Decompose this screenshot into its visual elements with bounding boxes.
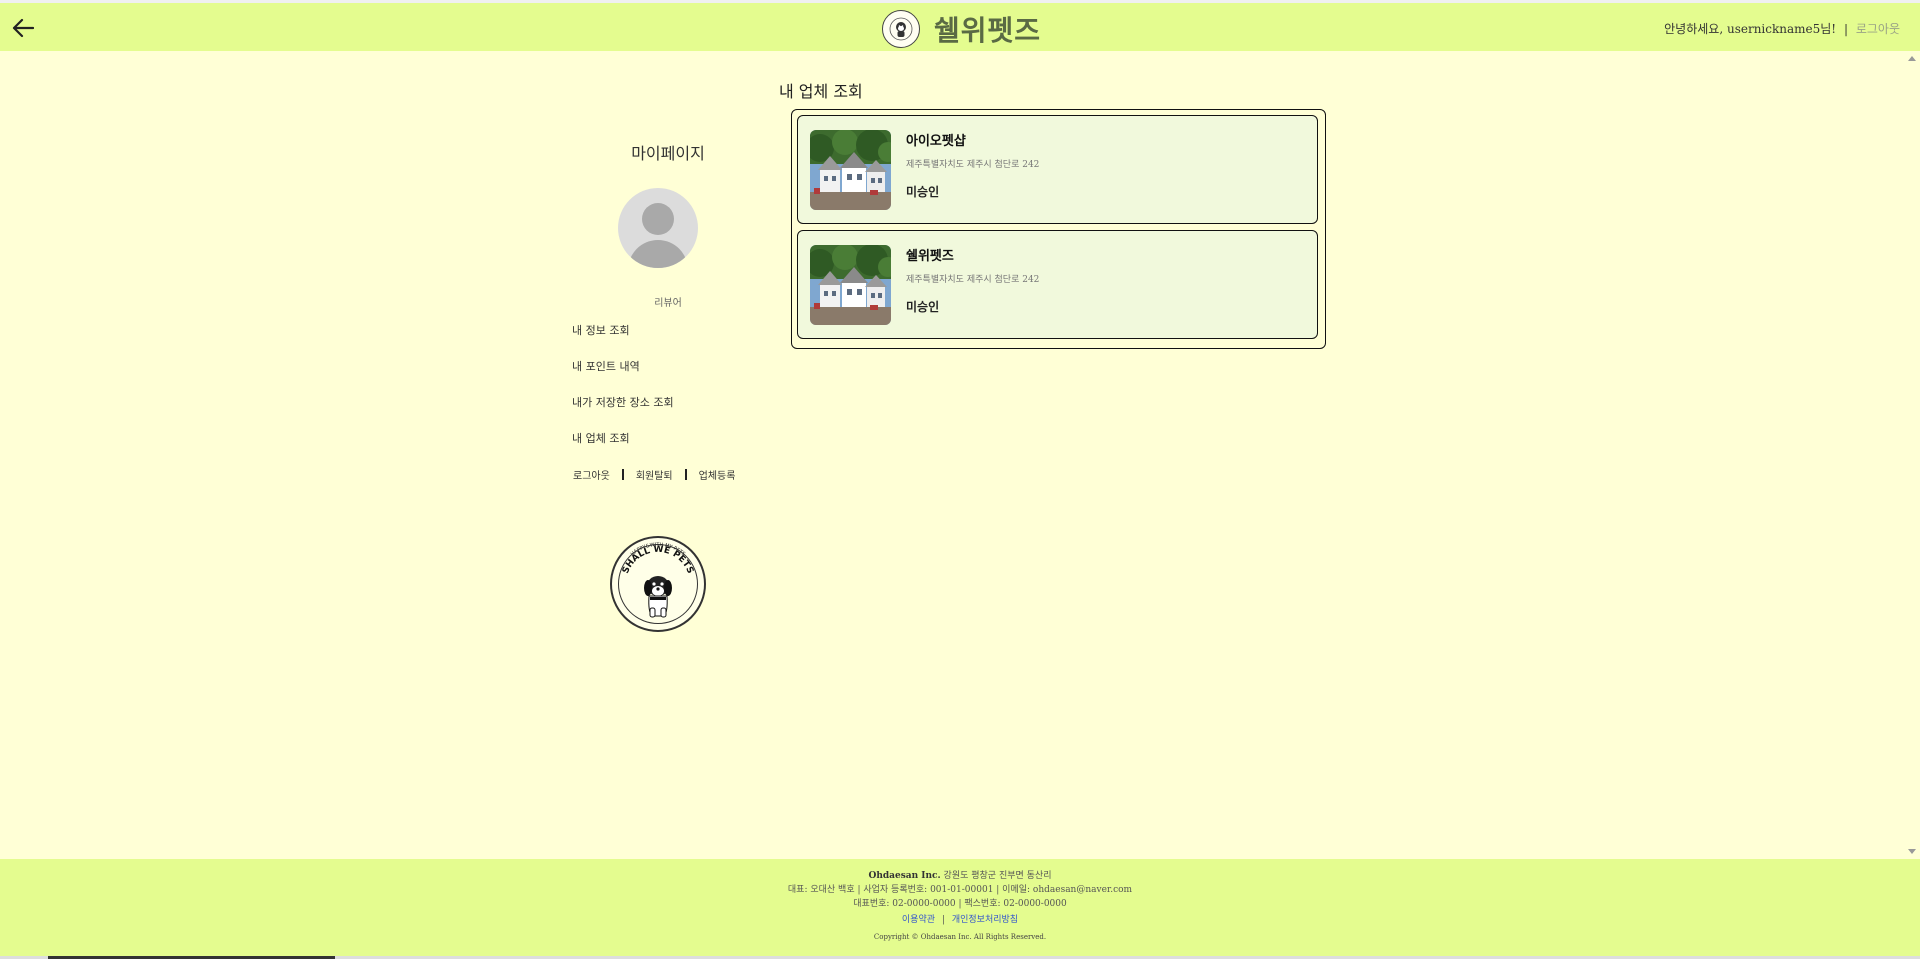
menu-item-saved-places[interactable]: 내가 저장한 장소 조회 xyxy=(572,395,760,431)
page-scrollbar[interactable] xyxy=(1903,51,1920,859)
menu-item-my-info[interactable]: 내 정보 조회 xyxy=(572,323,760,359)
mypage-title: 마이페이지 xyxy=(631,144,705,163)
terms-link[interactable]: 이용약관 xyxy=(902,915,935,925)
site-footer: Ohdaesan Inc. 강원도 평창군 진부면 동산리 대표: 오대산 백호… xyxy=(0,859,1920,959)
mypage-menu: 내 정보 조회 내 포인트 내역 내가 저장한 장소 조회 내 업체 조회 xyxy=(572,323,760,467)
user-greeting-bar: 안녕하세요, usernickname5님! | 로그아웃 xyxy=(1664,20,1900,37)
business-card[interactable]: 아이오펫샵 제주특별자치도 제주시 첨단로 242 미승인 xyxy=(797,115,1318,224)
scroll-up-arrow-icon[interactable] xyxy=(1908,56,1916,61)
brand[interactable]: 쉘위펫즈 xyxy=(882,9,1041,49)
back-arrow-icon[interactable] xyxy=(10,15,36,41)
business-status: 미승인 xyxy=(906,300,940,314)
business-address: 제주특별자치도 제주시 첨단로 242 xyxy=(906,275,1040,285)
business-thumbnail xyxy=(810,245,891,325)
footer-company-address: 강원도 평창군 진부면 동산리 xyxy=(943,871,1052,881)
business-address: 제주특별자치도 제주시 첨단로 242 xyxy=(906,160,1040,170)
footer-company-name: Ohdaesan Inc. xyxy=(868,871,941,881)
business-status: 미승인 xyxy=(906,185,940,199)
mypage-sidebar: 마이페이지 리뷰어 내 정보 조회 내 포인트 내역 내가 저장한 장소 조회 … xyxy=(560,140,760,632)
action-divider xyxy=(684,469,687,480)
withdraw-link[interactable]: 회원탈퇴 xyxy=(636,467,673,482)
default-avatar-icon xyxy=(618,188,698,268)
footer-links: 이용약관 | 개인정보처리방침 xyxy=(0,913,1920,927)
business-list: 아이오펫샵 제주특별자치도 제주시 첨단로 242 미승인 쉘위펫즈 제주특별자… xyxy=(791,109,1326,349)
footer-copyright: Copyright © Ohdaesan Inc. All Rights Res… xyxy=(873,933,1047,941)
svg-text:SHALL WE PETS: SHALL WE PETS xyxy=(621,545,695,575)
register-business-link[interactable]: 업체등록 xyxy=(699,467,736,482)
shall-we-pets-logo-icon: SHALL WE PETS HAPPY&WITH MY PETS xyxy=(610,536,706,632)
greeting-separator: | xyxy=(1843,22,1848,36)
footer-company-line: Ohdaesan Inc. 강원도 평창군 진부면 동산리 xyxy=(0,869,1920,883)
header-logout-link[interactable]: 로그아웃 xyxy=(1856,22,1900,36)
sidebar-logout-link[interactable]: 로그아웃 xyxy=(573,467,610,482)
business-name[interactable]: 쉘위펫즈 xyxy=(906,245,954,264)
account-actions: 로그아웃 회원탈퇴 업체등록 xyxy=(573,467,760,482)
footer-info-line: 대표: 오대산 백호 | 사업자 등록번호: 001-01-00001 | 이메… xyxy=(787,885,1133,895)
action-divider xyxy=(621,469,624,480)
business-card[interactable]: 쉘위펫즈 제주특별자치도 제주시 첨단로 242 미승인 xyxy=(797,230,1318,339)
menu-item-my-points[interactable]: 내 포인트 내역 xyxy=(572,359,760,395)
top-header: 쉘위펫즈 안녕하세요, usernickname5님! | 로그아웃 xyxy=(0,0,1920,51)
brand-logo-icon[interactable] xyxy=(882,10,920,48)
business-thumbnail xyxy=(810,130,891,210)
user-role: 리뷰어 xyxy=(654,298,682,309)
business-name[interactable]: 아이오펫샵 xyxy=(906,130,966,149)
brand-name[interactable]: 쉘위펫즈 xyxy=(934,9,1041,49)
privacy-link[interactable]: 개인정보처리방침 xyxy=(952,915,1018,925)
footer-link-divider: | xyxy=(941,915,945,925)
footer-phone-line: 대표번호: 02-0000-0000 | 팩스번호: 02-0000-0000 xyxy=(853,899,1067,909)
menu-item-my-business[interactable]: 내 업체 조회 xyxy=(572,431,760,467)
greeting-text: 안녕하세요, usernickname5님! xyxy=(1664,22,1837,36)
page-title: 내 업체 조회 xyxy=(779,82,863,101)
scroll-down-arrow-icon[interactable] xyxy=(1908,849,1916,854)
logo-main-text: SHALL WE PETS xyxy=(621,545,695,575)
